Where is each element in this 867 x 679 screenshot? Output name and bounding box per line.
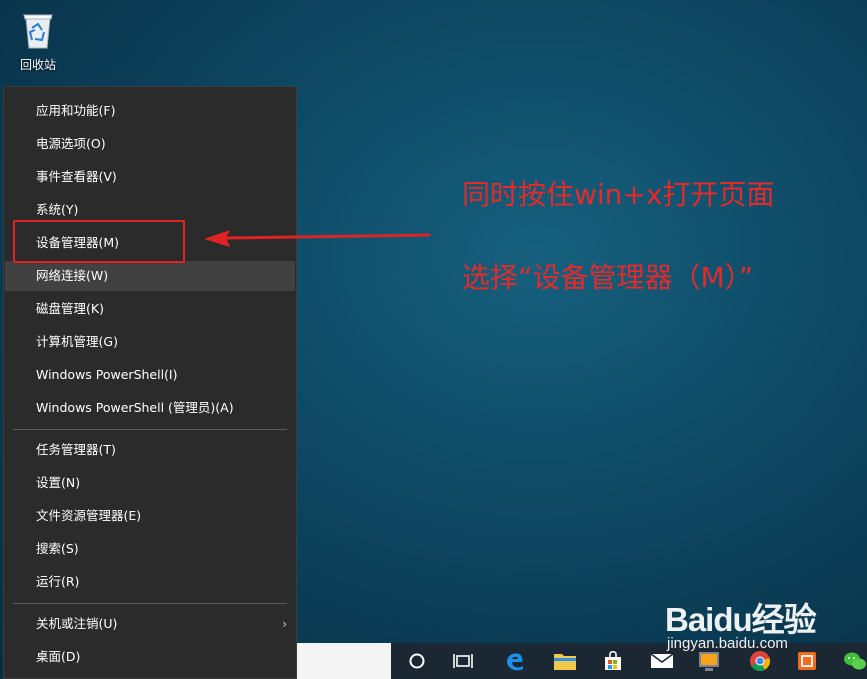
file-explorer-icon[interactable] bbox=[545, 643, 585, 679]
menu-item-powershell[interactable]: Windows PowerShell(I) bbox=[5, 360, 295, 390]
menu-item-desktop[interactable]: 桌面(D) bbox=[5, 642, 295, 672]
winx-power-user-menu: 应用和功能(F) 电源选项(O) 事件查看器(V) 系统(Y) 设备管理器(M)… bbox=[3, 86, 297, 679]
menu-item-disk-management[interactable]: 磁盘管理(K) bbox=[5, 294, 295, 324]
menu-item-search[interactable]: 搜索(S) bbox=[5, 534, 295, 564]
menu-item-run[interactable]: 运行(R) bbox=[5, 567, 295, 597]
taskbar-search-box[interactable] bbox=[297, 643, 391, 679]
watermark-brand: Baidu经验 bbox=[665, 601, 817, 638]
menu-item-settings[interactable]: 设置(N) bbox=[5, 468, 295, 498]
baidu-jingyan-watermark: Baidu经验 jingyan.baidu.com bbox=[665, 585, 865, 655]
menu-item-computer-management[interactable]: 计算机管理(G) bbox=[5, 327, 295, 357]
annotation-arrow-icon bbox=[204, 230, 431, 247]
edge-icon[interactable] bbox=[495, 643, 535, 679]
recycle-bin-icon bbox=[20, 10, 56, 50]
menu-item-file-explorer[interactable]: 文件资源管理器(E) bbox=[5, 501, 295, 531]
menu-item-power-options[interactable]: 电源选项(O) bbox=[5, 129, 295, 159]
menu-item-shutdown-signout[interactable]: 关机或注销(U) › bbox=[5, 609, 295, 639]
annotation-text-line2: 选择“设备管理器（M）” bbox=[462, 261, 754, 294]
menu-item-apps-features[interactable]: 应用和功能(F) bbox=[5, 96, 295, 126]
menu-item-task-manager[interactable]: 任务管理器(T) bbox=[5, 435, 295, 465]
menu-item-label: 关机或注销(U) bbox=[36, 616, 118, 631]
cortana-circle-icon[interactable] bbox=[397, 643, 437, 679]
store-icon[interactable] bbox=[593, 643, 633, 679]
menu-separator bbox=[13, 429, 287, 430]
recycle-bin[interactable]: 回收站 bbox=[10, 10, 66, 73]
watermark-url: jingyan.baidu.com bbox=[667, 635, 788, 652]
chevron-right-icon: › bbox=[282, 617, 287, 631]
menu-item-network-connections[interactable]: 网络连接(W) bbox=[5, 261, 295, 291]
menu-separator bbox=[13, 603, 287, 604]
menu-item-event-viewer[interactable]: 事件查看器(V) bbox=[5, 162, 295, 192]
recycle-bin-label: 回收站 bbox=[19, 58, 56, 72]
menu-item-powershell-admin[interactable]: Windows PowerShell (管理员)(A) bbox=[5, 393, 295, 423]
annotation-text-line1: 同时按住win+x打开页面 bbox=[462, 178, 775, 211]
task-view-icon[interactable] bbox=[443, 643, 483, 679]
annotation-highlight-box bbox=[13, 220, 185, 263]
